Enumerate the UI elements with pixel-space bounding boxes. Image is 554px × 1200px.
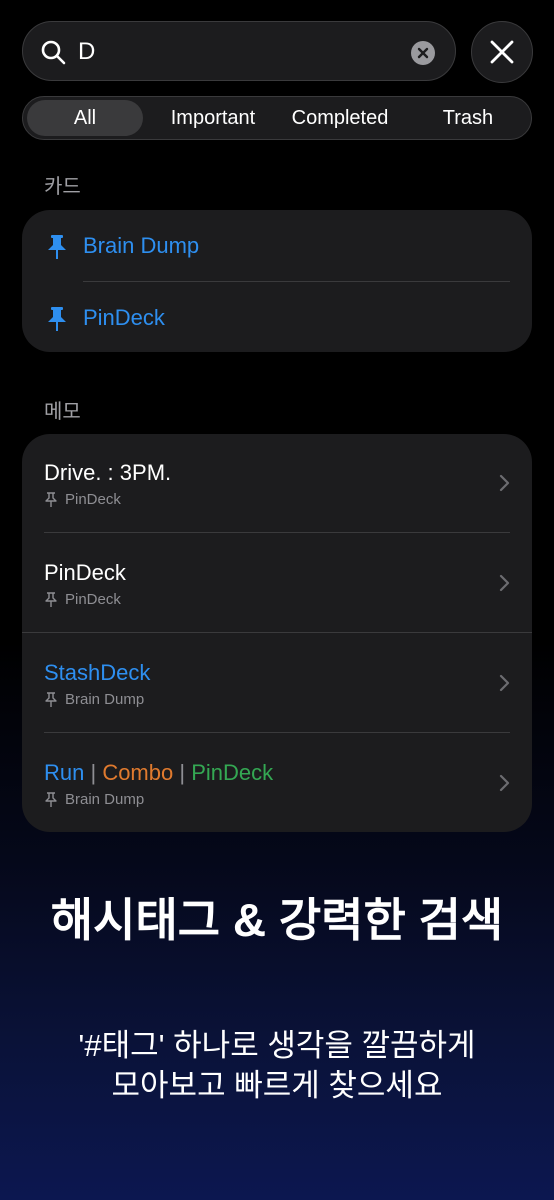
search-value: D xyxy=(78,38,96,65)
promo-subline-2: 모아보고 빠르게 찾으세요 xyxy=(111,1068,443,1103)
pin-outline-icon xyxy=(45,592,57,607)
filter-segmented-control: All Important Completed Trash xyxy=(22,96,532,140)
promo-subline: '#태그' 하나로 생각을 깔끔하게 모아보고 빠르게 찾으세요 xyxy=(0,1026,554,1106)
pin-icon xyxy=(48,307,66,331)
divider xyxy=(44,532,510,533)
memos-list: Drive. : 3PM. PinDeck PinDeck PinDeck St… xyxy=(22,434,532,832)
memo-title: PinDeck xyxy=(44,560,126,585)
memo-deck-name: PinDeck xyxy=(65,491,121,508)
chevron-right-icon xyxy=(499,674,510,692)
chevron-right-icon xyxy=(499,474,510,492)
memo-deck: Brain Dump xyxy=(44,791,144,809)
card-item-pindeck[interactable]: PinDeck xyxy=(22,283,532,353)
divider xyxy=(44,732,510,733)
search-input[interactable]: D xyxy=(22,21,456,81)
pin-outline-icon xyxy=(45,692,57,707)
divider xyxy=(83,281,510,282)
tab-all[interactable]: All xyxy=(27,100,143,136)
search-bar-row: D xyxy=(22,21,534,83)
memo-deck-name: Brain Dump xyxy=(65,691,145,708)
memos-section-label: 메모 xyxy=(44,401,81,423)
pin-outline-icon xyxy=(45,792,57,807)
tab-completed[interactable]: Completed xyxy=(277,100,403,136)
tab-important[interactable]: Important xyxy=(151,100,275,136)
memo-item[interactable]: PinDeck PinDeck xyxy=(22,534,532,634)
memo-title: Run | Combo | PinDeck xyxy=(44,760,273,786)
memo-deck-name: Brain Dump xyxy=(65,791,145,808)
hashtag-pindeck: PinDeck xyxy=(191,760,274,785)
separator: | xyxy=(173,760,192,785)
memo-deck: PinDeck xyxy=(44,591,121,609)
memo-title: Drive. : 3PM. xyxy=(44,460,172,485)
memo-deck: PinDeck xyxy=(44,491,121,509)
separator: | xyxy=(84,760,103,785)
promo-subline-1: '#태그' 하나로 생각을 깔끔하게 xyxy=(78,1028,476,1063)
memo-item[interactable]: StashDeck Brain Dump xyxy=(22,634,532,734)
chevron-right-icon xyxy=(499,774,510,792)
close-search-button[interactable] xyxy=(471,21,533,83)
card-title: Brain Dump xyxy=(83,233,200,258)
chevron-right-icon xyxy=(499,574,510,592)
memo-item[interactable]: Drive. : 3PM. PinDeck xyxy=(22,434,532,534)
memo-deck: Brain Dump xyxy=(44,691,144,709)
clear-icon xyxy=(417,47,429,59)
card-item-brain-dump[interactable]: Brain Dump xyxy=(22,211,532,281)
hashtag-run: Run xyxy=(44,760,85,785)
divider xyxy=(22,632,532,633)
pin-outline-icon xyxy=(45,492,57,507)
memo-item[interactable]: Run | Combo | PinDeck Brain Dump xyxy=(22,734,532,834)
search-icon xyxy=(41,40,66,65)
cards-section-label: 카드 xyxy=(44,176,81,198)
tab-trash[interactable]: Trash xyxy=(407,100,529,136)
close-icon xyxy=(490,40,514,64)
memo-deck-name: PinDeck xyxy=(65,591,121,608)
memo-title: StashDeck xyxy=(44,660,151,685)
cards-list: Brain Dump PinDeck xyxy=(22,210,532,352)
card-title: PinDeck xyxy=(83,305,165,330)
clear-search-button[interactable] xyxy=(411,41,435,65)
hashtag-combo: Combo xyxy=(102,760,174,785)
promo-headline: 해시태그 & 강력한 검색 xyxy=(50,894,504,946)
pin-icon xyxy=(48,235,66,259)
